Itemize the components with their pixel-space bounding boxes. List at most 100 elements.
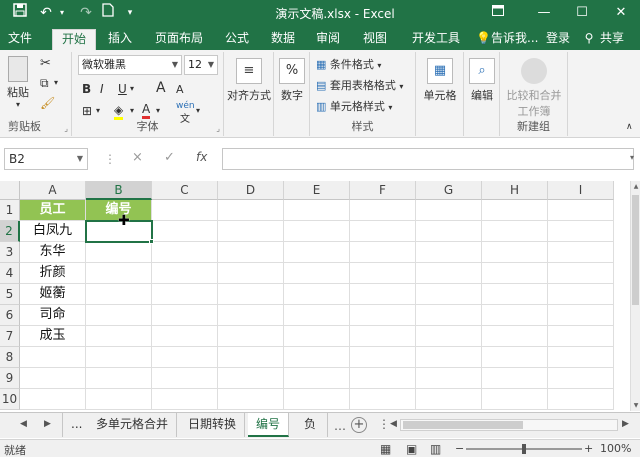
font-dialog-launcher-icon[interactable]: ⌟ <box>216 124 220 133</box>
cell-f2[interactable] <box>350 221 416 242</box>
column-header-f[interactable]: F <box>350 181 416 200</box>
phonetic-dropdown-icon[interactable]: ▾ <box>196 106 200 115</box>
cell-h3[interactable] <box>482 242 548 263</box>
ribbon-display-icon[interactable] <box>487 3 509 23</box>
cell-c5[interactable] <box>152 284 218 305</box>
cell-g9[interactable] <box>416 368 482 389</box>
tell-me-box[interactable]: 告诉我... <box>491 29 539 50</box>
column-header-d[interactable]: D <box>218 181 284 200</box>
cells-button[interactable]: ▦ 单元格 <box>416 58 464 103</box>
cell-b9[interactable] <box>86 368 152 389</box>
cell-i10[interactable] <box>548 389 614 410</box>
zoom-out-button[interactable]: − <box>455 442 464 455</box>
tab-file[interactable]: 文件 <box>3 29 37 50</box>
formula-input[interactable] <box>222 148 634 170</box>
cell-i9[interactable] <box>548 368 614 389</box>
format-painter-icon[interactable]: 🖌 <box>40 96 55 110</box>
page-break-view-icon[interactable]: ▥ <box>430 442 441 456</box>
column-header-h[interactable]: H <box>482 181 548 200</box>
cell-a9[interactable] <box>20 368 86 389</box>
tab-review[interactable]: 审阅 <box>311 29 345 50</box>
conditional-format-button[interactable]: ▦ 条件格式 ▾ <box>316 56 381 72</box>
horizontal-scroll-thumb[interactable] <box>403 421 523 429</box>
worksheet-grid[interactable]: A B C D E F G H I 1 员工 编号 2 白凤九 3 东华 4 折颜 5 姬蘅 6 司命 7 成玉 8 9 10 ✚ <box>0 181 630 411</box>
cell-h10[interactable] <box>482 389 548 410</box>
font-shrink-button[interactable]: A <box>176 83 184 96</box>
underline-dropdown-icon[interactable]: ▾ <box>130 84 134 93</box>
sheet-tab-number[interactable]: 编号 <box>248 413 290 437</box>
cut-icon[interactable]: ✂ <box>40 56 51 71</box>
cell-g10[interactable] <box>416 389 482 410</box>
share-button[interactable]: 共享 <box>597 29 627 50</box>
row-header-2[interactable]: 2 <box>0 221 20 242</box>
cell-f8[interactable] <box>350 347 416 368</box>
sheet-tab-merge[interactable]: 多单元格合并 <box>88 413 178 437</box>
cell-g6[interactable] <box>416 305 482 326</box>
undo-dropdown-icon[interactable]: ▾ <box>52 3 72 23</box>
name-box[interactable]: B2 ▼ <box>4 148 88 170</box>
scroll-right-icon[interactable]: ▶ <box>622 419 629 429</box>
prev-sheet-icon[interactable]: ◀ <box>20 419 27 429</box>
sheet-tab-negative[interactable]: 负数 <box>296 413 328 437</box>
cell-g5[interactable] <box>416 284 482 305</box>
zoom-slider-knob[interactable] <box>522 444 526 454</box>
cell-h2[interactable] <box>482 221 548 242</box>
font-size-combo[interactable]: 12 ▼ <box>184 55 218 75</box>
insert-function-button[interactable]: fx <box>196 150 207 164</box>
zoom-in-button[interactable]: + <box>584 442 593 455</box>
cell-i1[interactable] <box>548 200 614 221</box>
cell-h7[interactable] <box>482 326 548 347</box>
copy-dropdown-icon[interactable]: ▾ <box>54 78 58 87</box>
cell-b10[interactable] <box>86 389 152 410</box>
cell-d2[interactable] <box>218 221 284 242</box>
column-header-g[interactable]: G <box>416 181 482 200</box>
cell-d3[interactable] <box>218 242 284 263</box>
cell-e10[interactable] <box>284 389 350 410</box>
page-layout-view-icon[interactable]: ▣ <box>406 442 417 456</box>
cell-d6[interactable] <box>218 305 284 326</box>
cell-c6[interactable] <box>152 305 218 326</box>
cell-g7[interactable] <box>416 326 482 347</box>
collapse-ribbon-icon[interactable]: ∧ <box>626 122 633 132</box>
fill-handle[interactable] <box>149 239 154 244</box>
tab-formulas[interactable]: 公式 <box>220 29 254 50</box>
cell-f7[interactable] <box>350 326 416 347</box>
cell-f6[interactable] <box>350 305 416 326</box>
cell-h6[interactable] <box>482 305 548 326</box>
tab-data[interactable]: 数据 <box>266 29 300 50</box>
cell-g8[interactable] <box>416 347 482 368</box>
paste-button[interactable]: 粘贴 ▾ <box>4 56 32 109</box>
scroll-down-icon[interactable]: ▼ <box>631 402 640 409</box>
italic-button[interactable]: I <box>100 82 104 96</box>
cell-e2[interactable] <box>284 221 350 242</box>
sheet-tabs-overflow-icon[interactable]: … <box>334 419 346 433</box>
paste-dropdown-icon[interactable]: ▾ <box>4 100 32 109</box>
cell-b5[interactable] <box>86 284 152 305</box>
row-header-8[interactable]: 8 <box>0 347 20 368</box>
compare-merge-button[interactable]: 比较和合并 工作簿 <box>500 58 568 119</box>
login-link[interactable]: 登录 <box>543 29 573 50</box>
cell-e9[interactable] <box>284 368 350 389</box>
customize-toolbar-icon[interactable]: ▾ <box>120 3 140 23</box>
column-header-i[interactable]: I <box>548 181 614 200</box>
editing-button[interactable]: ⌕ 编辑 <box>464 58 500 103</box>
cell-d8[interactable] <box>218 347 284 368</box>
column-header-c[interactable]: C <box>152 181 218 200</box>
new-document-icon[interactable] <box>98 3 118 23</box>
scroll-left-icon[interactable]: ◀ <box>390 419 397 429</box>
cell-i7[interactable] <box>548 326 614 347</box>
cell-c4[interactable] <box>152 263 218 284</box>
cell-a1[interactable]: 员工 <box>20 200 86 221</box>
cell-b7[interactable] <box>86 326 152 347</box>
cell-h4[interactable] <box>482 263 548 284</box>
row-header-1[interactable]: 1 <box>0 200 20 221</box>
tab-insert[interactable]: 插入 <box>103 29 137 50</box>
row-header-10[interactable]: 10 <box>0 389 20 410</box>
cell-f9[interactable] <box>350 368 416 389</box>
cell-h9[interactable] <box>482 368 548 389</box>
cell-d10[interactable] <box>218 389 284 410</box>
cell-e7[interactable] <box>284 326 350 347</box>
row-header-3[interactable]: 3 <box>0 242 20 263</box>
cell-e1[interactable] <box>284 200 350 221</box>
cell-a6[interactable]: 司命 <box>20 305 86 326</box>
